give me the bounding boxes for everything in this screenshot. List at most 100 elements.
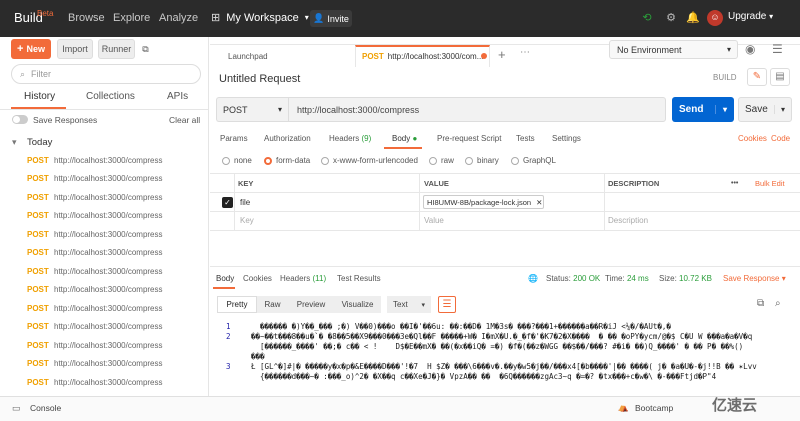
- view-pretty[interactable]: Pretty: [217, 296, 257, 313]
- filter-input[interactable]: ⌕ Filter: [11, 64, 201, 84]
- status-label: Status: 200 OK: [546, 274, 601, 283]
- environment-select[interactable]: No Environment ▾: [609, 40, 738, 59]
- tab-params[interactable]: Params: [220, 134, 248, 143]
- url-input[interactable]: http://localhost:3000/compress: [288, 97, 666, 122]
- list-item[interactable]: POST http://localhost:3000/compress: [27, 373, 163, 391]
- method-select[interactable]: POST ▾: [216, 97, 288, 122]
- chevron-down-icon[interactable]: ▾: [12, 137, 17, 148]
- list-item[interactable]: POST http://localhost:3000/compress: [27, 225, 163, 243]
- radio-form-data[interactable]: form-data: [264, 156, 310, 165]
- notification-bell-icon[interactable]: 🔔: [686, 11, 700, 25]
- workspace-switcher[interactable]: ⊞ My Workspace ▾: [211, 11, 309, 25]
- save-button[interactable]: Save ▾: [738, 97, 792, 122]
- view-preview[interactable]: Preview: [288, 296, 334, 313]
- tab-launchpad[interactable]: Launchpad: [228, 45, 268, 67]
- format-select[interactable]: Text ▾: [387, 296, 431, 313]
- send-button[interactable]: Send ▾: [672, 97, 734, 122]
- view-raw[interactable]: Raw: [257, 296, 288, 313]
- radio-none[interactable]: none: [222, 156, 252, 165]
- list-item[interactable]: POST http://localhost:3000/compress: [27, 355, 163, 373]
- code-link[interactable]: Code: [771, 134, 790, 143]
- add-tab-icon[interactable]: +: [498, 47, 506, 62]
- clear-all-link[interactable]: Clear all: [169, 115, 200, 125]
- copy-icon[interactable]: ⧉: [757, 298, 764, 309]
- new-window-icon[interactable]: ⧉: [139, 39, 152, 59]
- unsaved-dot-icon[interactable]: [481, 53, 487, 59]
- settings-sliders-icon[interactable]: ☰: [772, 42, 783, 56]
- history-url: http://localhost:3000/compress: [54, 359, 163, 368]
- list-item[interactable]: POST http://localhost:3000/compress: [27, 151, 163, 169]
- list-item[interactable]: POST http://localhost:3000/compress: [27, 281, 163, 299]
- row-checkbox[interactable]: ✓: [222, 197, 233, 208]
- list-item[interactable]: POST http://localhost:3000/compress: [27, 170, 163, 188]
- method-badge: POST: [27, 155, 49, 165]
- response-tab-body[interactable]: Body: [216, 274, 234, 283]
- edit-pencil-icon[interactable]: ✎: [747, 68, 767, 86]
- value-input[interactable]: Value: [424, 216, 444, 225]
- more-dots-icon[interactable]: •••: [731, 174, 738, 193]
- console-icon[interactable]: ▭: [12, 403, 21, 414]
- wrap-lines-icon[interactable]: ☰: [438, 296, 456, 313]
- search-icon[interactable]: ⌕: [775, 298, 781, 309]
- tab-body[interactable]: Body ●: [392, 134, 417, 143]
- sync-icon[interactable]: ⟲: [640, 11, 654, 25]
- description-input[interactable]: Description: [608, 216, 648, 225]
- satellite-icon[interactable]: ⚙: [664, 11, 678, 25]
- line-number: 3: [226, 362, 231, 371]
- runner-button[interactable]: Runner: [98, 39, 135, 59]
- new-button[interactable]: + New: [11, 39, 51, 59]
- tab-apis[interactable]: APIs: [167, 91, 188, 102]
- import-button[interactable]: Import: [57, 39, 93, 59]
- bootcamp-button[interactable]: Bootcamp: [635, 403, 673, 413]
- comment-icon[interactable]: ▤: [770, 68, 790, 86]
- list-item[interactable]: POST http://localhost:3000/compress: [27, 244, 163, 262]
- tab-history[interactable]: History: [24, 91, 55, 102]
- search-icon: ⌕: [20, 68, 26, 79]
- list-item[interactable]: POST http://localhost:3000/compress: [27, 262, 163, 280]
- list-item[interactable]: POST http://localhost:3000/compress: [27, 299, 163, 317]
- more-dots-icon[interactable]: ⋯: [520, 47, 530, 58]
- eye-icon[interactable]: ◉: [745, 42, 755, 56]
- radio-raw[interactable]: raw: [429, 156, 454, 165]
- save-response-button[interactable]: Save Response ▾: [723, 274, 786, 283]
- file-chip[interactable]: HI8UMW-8B/package-lock.json ✕: [423, 195, 544, 209]
- cookies-link[interactable]: Cookies: [738, 134, 767, 143]
- nav-explore[interactable]: Explore: [113, 12, 150, 24]
- response-tab-cookies[interactable]: Cookies: [243, 274, 272, 283]
- list-item[interactable]: POST http://localhost:3000/compress: [27, 336, 163, 354]
- nav-browse[interactable]: Browse: [68, 12, 105, 24]
- tab-headers[interactable]: Headers (9): [329, 134, 371, 143]
- bulk-edit-link[interactable]: Bulk Edit: [755, 174, 785, 193]
- tab-tests[interactable]: Tests: [516, 134, 535, 143]
- request-title[interactable]: Untitled Request: [219, 73, 300, 85]
- history-group-title[interactable]: Today: [27, 137, 52, 148]
- tab-authorization[interactable]: Authorization: [264, 134, 311, 143]
- list-item[interactable]: POST http://localhost:3000/compress: [27, 318, 163, 336]
- save-responses-toggle[interactable]: [12, 115, 28, 124]
- tab-pre-request-script[interactable]: Pre-request Script: [437, 134, 501, 143]
- upgrade-button[interactable]: Upgrade ▾: [728, 11, 773, 22]
- key-input[interactable]: Key: [240, 216, 254, 225]
- method-badge: POST: [27, 248, 49, 257]
- list-item[interactable]: POST http://localhost:3000/compress: [27, 207, 163, 225]
- nav-analyze[interactable]: Analyze: [159, 12, 198, 24]
- response-tab-headers[interactable]: Headers (11): [280, 274, 326, 283]
- tab-collections[interactable]: Collections: [86, 91, 135, 102]
- console-button[interactable]: Console: [30, 403, 61, 413]
- radio-x-www-form-urlencoded[interactable]: x-www-form-urlencoded: [321, 156, 418, 165]
- history-url: http://localhost:3000/compress: [54, 377, 163, 387]
- bootcamp-icon[interactable]: ⛺: [618, 402, 629, 413]
- method-badge: POST: [27, 303, 49, 313]
- avatar[interactable]: ☺: [707, 10, 723, 26]
- code-line: ��~��t���8��u�`� �8��5��X9���0���3e�Ql��…: [251, 332, 753, 341]
- row-key[interactable]: file: [240, 198, 250, 207]
- radio-graphql[interactable]: GraphQL: [511, 156, 556, 165]
- close-icon[interactable]: ✕: [536, 198, 542, 207]
- view-visualize[interactable]: Visualize: [334, 296, 381, 313]
- list-item[interactable]: POST http://localhost:3000/compress: [27, 188, 163, 206]
- radio-binary[interactable]: binary: [465, 156, 499, 165]
- response-tab-test-results[interactable]: Test Results: [337, 274, 381, 283]
- active-tab-indicator: [384, 147, 422, 149]
- tab-settings[interactable]: Settings: [552, 134, 581, 143]
- invite-button[interactable]: 👤 Invite: [310, 10, 352, 27]
